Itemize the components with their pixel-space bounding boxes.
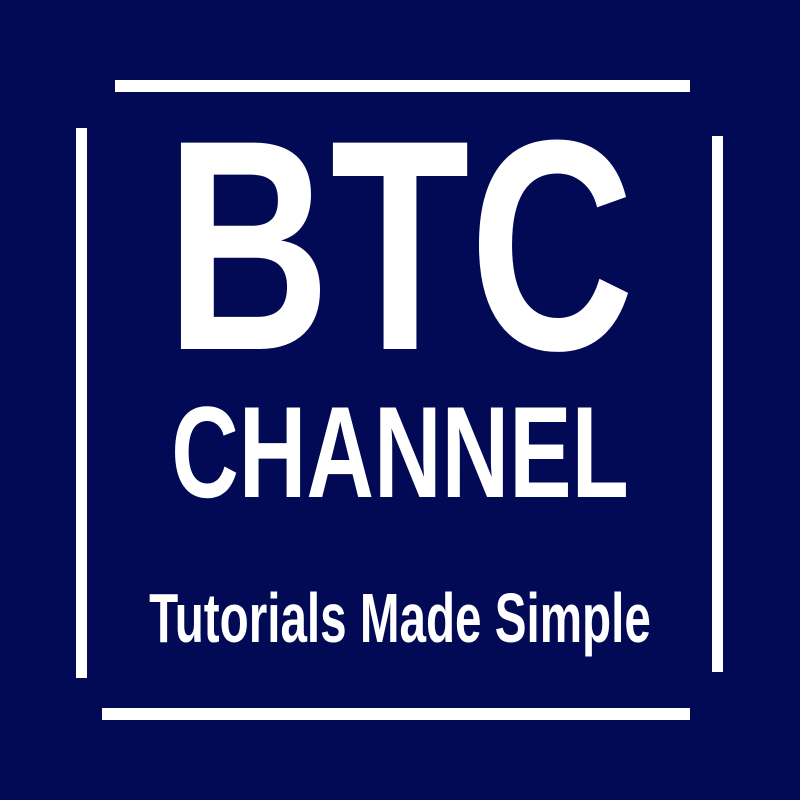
frame-line-right [712, 136, 723, 672]
frame-line-bottom [102, 708, 690, 720]
logo-canvas: BTC CHANNEL Tutorials Made Simple [0, 0, 800, 800]
logo-subtitle: CHANNEL [171, 379, 629, 525]
logo-tagline: Tutorials Made Simple [149, 579, 651, 657]
logo-title: BTC [165, 77, 635, 413]
frame-line-left [76, 128, 87, 678]
